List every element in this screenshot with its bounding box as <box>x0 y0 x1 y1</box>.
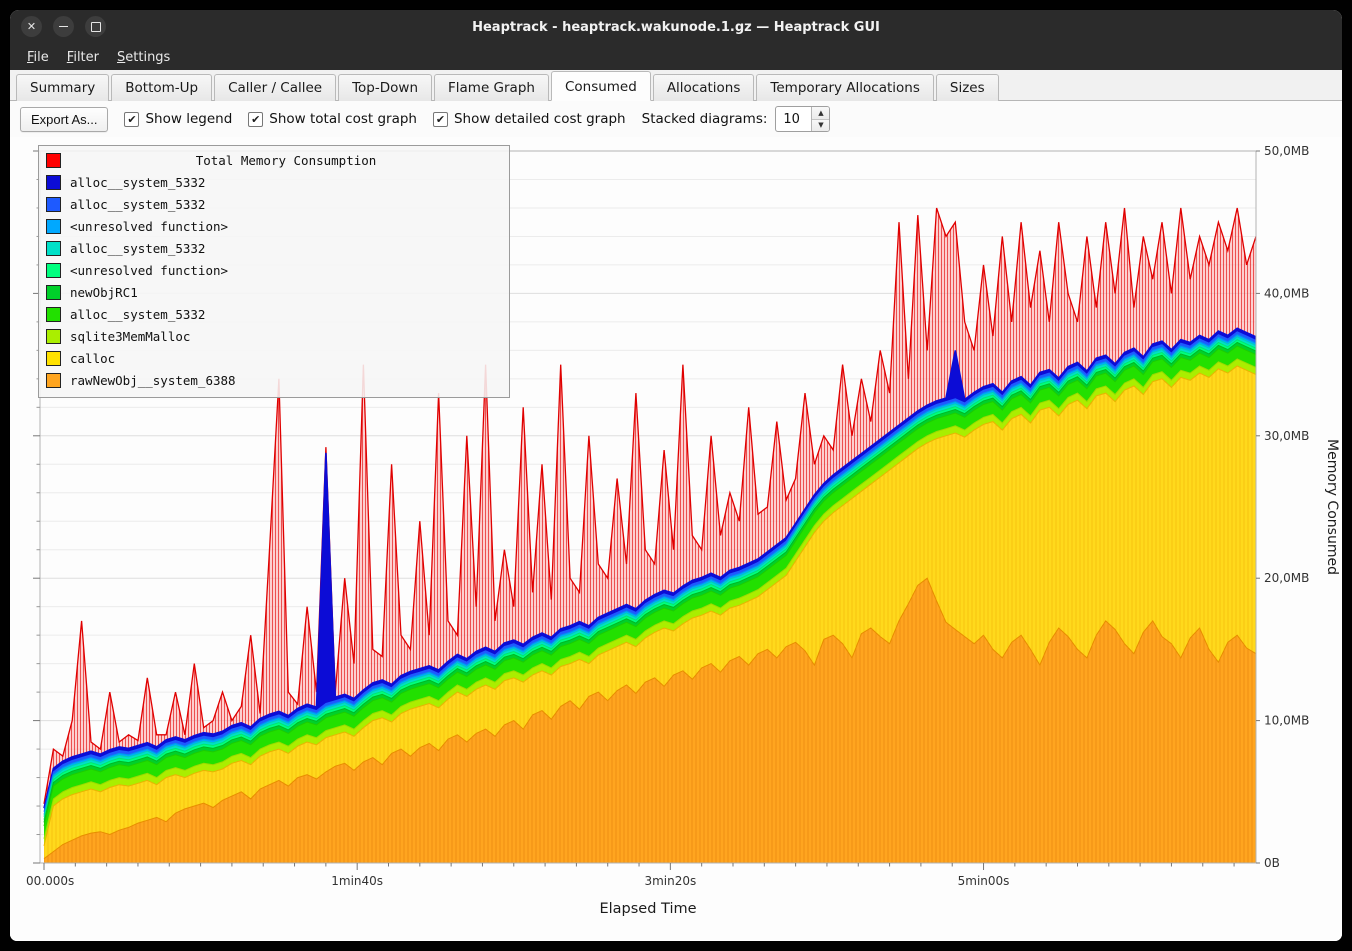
legend-swatch <box>46 197 61 212</box>
legend-swatch <box>46 351 61 366</box>
legend-item-alloc-system-5332: alloc__system_5332 <box>46 193 502 215</box>
legend-swatch <box>46 329 61 344</box>
menu-file[interactable]: File <box>18 47 58 68</box>
export-as-button[interactable]: Export As... <box>20 107 108 132</box>
y-tick-label: 10,0MB <box>1264 714 1309 728</box>
spinbox-value: 10 <box>776 107 811 131</box>
legend-item-sqlite3memmalloc: sqlite3MemMalloc <box>46 325 502 347</box>
tab-bar: SummaryBottom-UpCaller / CalleeTop-DownF… <box>10 70 1342 101</box>
checkbox-label: Show total cost graph <box>269 111 417 127</box>
checkbox-show-total-cost-graph[interactable]: ✔ Show total cost graph <box>248 111 417 127</box>
stacked-diagrams-spinbox[interactable]: 10 ▲ ▼ <box>775 106 830 132</box>
minimize-icon[interactable] <box>53 16 74 37</box>
tab-sizes[interactable]: Sizes <box>936 74 999 101</box>
title-bar: ✕ Heaptrack - heaptrack.wakunode.1.gz — … <box>10 10 1342 44</box>
tab-flame-graph[interactable]: Flame Graph <box>434 74 549 101</box>
legend-label: alloc__system_5332 <box>70 307 205 322</box>
chart-legend: Total Memory Consumption alloc__system_5… <box>38 145 510 398</box>
tab-caller-callee[interactable]: Caller / Callee <box>214 74 336 101</box>
y-tick-label: 0B <box>1264 856 1280 870</box>
legend-label: alloc__system_5332 <box>70 175 205 190</box>
legend-title-row: Total Memory Consumption <box>46 150 502 171</box>
legend-label: <unresolved function> <box>70 263 228 278</box>
legend-item-alloc-system-5332: alloc__system_5332 <box>46 303 502 325</box>
legend-item-alloc-system-5332: alloc__system_5332 <box>46 171 502 193</box>
close-icon[interactable]: ✕ <box>21 16 42 37</box>
y-tick-label: 30,0MB <box>1264 429 1309 443</box>
legend-label: newObjRC1 <box>70 285 138 300</box>
legend-swatch <box>46 219 61 234</box>
legend-label: alloc__system_5332 <box>70 197 205 212</box>
y-tick-label: 50,0MB <box>1264 144 1309 158</box>
legend-item-unresolved-function: <unresolved function> <box>46 215 502 237</box>
legend-swatch <box>46 263 61 278</box>
tab-bottom-up[interactable]: Bottom-Up <box>111 74 212 101</box>
spin-down-icon[interactable]: ▼ <box>812 120 829 132</box>
toolbar: Export As... ✔ Show legend ✔ Show total cos… <box>10 101 1342 137</box>
legend-total-swatch <box>46 153 61 168</box>
checkbox-box[interactable]: ✔ <box>248 112 263 127</box>
tab-temporary-allocations[interactable]: Temporary Allocations <box>756 74 933 101</box>
checkbox-label: Show detailed cost graph <box>454 111 626 127</box>
stacked-diagrams-label: Stacked diagrams: <box>642 111 768 127</box>
window-controls: ✕ <box>21 16 106 37</box>
tab-allocations[interactable]: Allocations <box>653 74 755 101</box>
x-tick-label: 5min00s <box>958 874 1010 888</box>
menu-bar: FileFilterSettings <box>10 44 1342 70</box>
legend-item-calloc: calloc <box>46 347 502 369</box>
checkbox-box[interactable]: ✔ <box>433 112 448 127</box>
x-tick-label: 3min20s <box>644 874 696 888</box>
checkbox-show-legend[interactable]: ✔ Show legend <box>124 111 232 127</box>
checkbox-box[interactable]: ✔ <box>124 112 139 127</box>
window-title: Heaptrack - heaptrack.wakunode.1.gz — He… <box>472 20 880 35</box>
legend-swatch <box>46 241 61 256</box>
legend-item-alloc-system-5332: alloc__system_5332 <box>46 237 502 259</box>
legend-swatch <box>46 175 61 190</box>
legend-title: Total Memory Consumption <box>70 153 502 168</box>
legend-swatch <box>46 307 61 322</box>
y-tick-label: 20,0MB <box>1264 571 1309 585</box>
checkbox-show-detailed-cost-graph[interactable]: ✔ Show detailed cost graph <box>433 111 626 127</box>
legend-label: calloc <box>70 351 115 366</box>
checkbox-group: ✔ Show legend ✔ Show total cost graph ✔ Show … <box>124 111 625 127</box>
maximize-icon[interactable] <box>85 16 106 37</box>
legend-item-newobjrc1: newObjRC1 <box>46 281 502 303</box>
legend-label: sqlite3MemMalloc <box>70 329 190 344</box>
menu-filter[interactable]: Filter <box>58 47 108 68</box>
tab-summary[interactable]: Summary <box>16 74 109 101</box>
legend-item-rawnewobj-system-6388: rawNewObj__system_6388 <box>46 369 502 391</box>
legend-label: alloc__system_5332 <box>70 241 205 256</box>
spin-up-icon[interactable]: ▲ <box>812 107 829 120</box>
app-window: ✕ Heaptrack - heaptrack.wakunode.1.gz — … <box>10 10 1342 941</box>
legend-label: rawNewObj__system_6388 <box>70 373 236 388</box>
checkbox-label: Show legend <box>145 111 232 127</box>
menu-settings[interactable]: Settings <box>108 47 179 68</box>
x-tick-label: 1min40s <box>331 874 383 888</box>
y-tick-label: 40,0MB <box>1264 286 1309 300</box>
x-tick-label: 00.000s <box>26 874 74 888</box>
tab-top-down[interactable]: Top-Down <box>338 74 432 101</box>
legend-swatch <box>46 373 61 388</box>
legend-label: <unresolved function> <box>70 219 228 234</box>
legend-item-unresolved-function: <unresolved function> <box>46 259 502 281</box>
tab-consumed[interactable]: Consumed <box>551 71 651 101</box>
screen: ✕ Heaptrack - heaptrack.wakunode.1.gz — … <box>0 0 1352 951</box>
legend-swatch <box>46 285 61 300</box>
x-axis-title: Elapsed Time <box>599 901 696 917</box>
chart-area[interactable]: Total Memory Consumption alloc__system_5… <box>10 137 1342 941</box>
y-axis-title: Memory Consumed <box>1324 439 1340 575</box>
